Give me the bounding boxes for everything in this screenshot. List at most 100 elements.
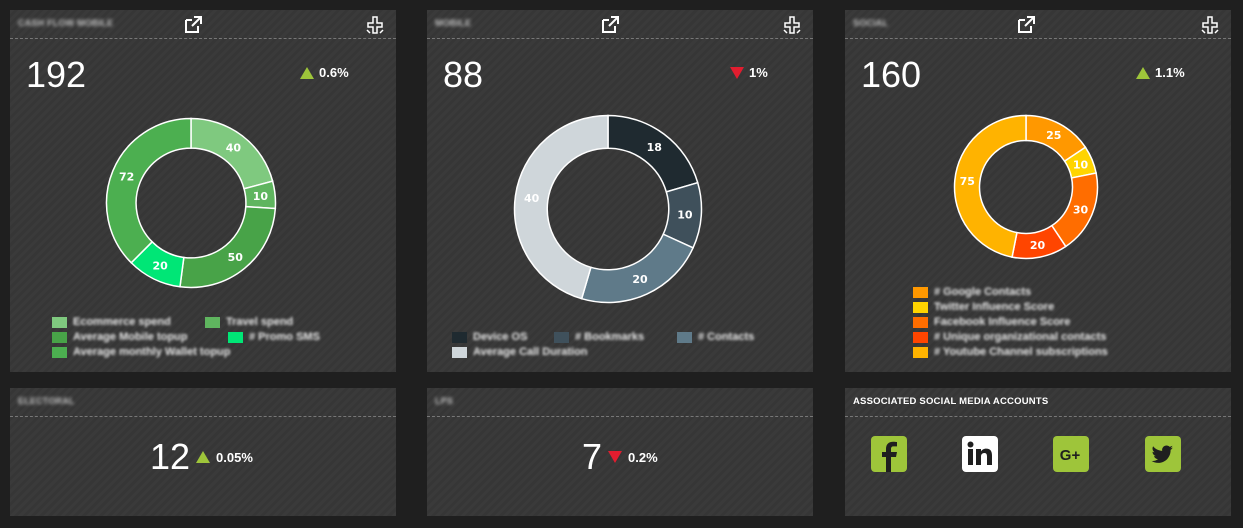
donut-slice-label: 40 xyxy=(524,192,540,205)
donut-slice-label: 18 xyxy=(647,141,662,154)
social-value: 160 xyxy=(861,54,922,95)
mobile-legend: Device OS # Bookmarks # Contacts Average… xyxy=(452,331,802,367)
legend-item[interactable]: Average monthly Wallet topup xyxy=(52,346,230,358)
legend-swatch xyxy=(52,346,67,358)
social-card: SOCIAL 160 1.1% 25 10 30 20 75 # Google Cont… xyxy=(845,10,1231,372)
legend-item[interactable]: Ecommerce spend xyxy=(52,316,171,328)
mobile-delta: 1% xyxy=(730,65,768,80)
electoral-card: ELECTORAL 12 0.05% xyxy=(10,388,396,516)
donut-slice-label: 10 xyxy=(253,190,269,203)
legend-label: Average Mobile topup xyxy=(73,331,188,343)
cashflow-delta-value: 0.6% xyxy=(319,65,349,80)
legend-label: Average monthly Wallet topup xyxy=(73,346,231,358)
lps-delta-value: 0.2% xyxy=(628,449,658,465)
trend-down-icon xyxy=(608,451,623,463)
lps-card-header: LPS xyxy=(427,388,813,417)
social-accounts-card-title: ASSOCIATED SOCIAL MEDIA ACCOUNTS xyxy=(853,396,1049,407)
legend-label: # Promo SMS xyxy=(249,331,320,343)
lps-card-title: LPS xyxy=(435,396,454,406)
legend-item[interactable]: Facebook Influence Score xyxy=(913,316,1070,328)
donut-slice-label: 10 xyxy=(1073,158,1089,171)
legend-swatch xyxy=(913,316,928,328)
legend-swatch xyxy=(677,331,692,343)
legend-swatch xyxy=(228,331,243,343)
donut-slice-label: 30 xyxy=(1073,204,1089,217)
social-donut-chart: 25 10 30 20 75 xyxy=(953,114,1099,260)
trend-up-icon xyxy=(300,66,314,79)
twitter-icon[interactable] xyxy=(1145,436,1181,472)
drill-down-icon[interactable] xyxy=(781,14,803,36)
legend-label: Average Call Duration xyxy=(473,346,588,358)
legend-label: # Unique organizational contacts xyxy=(934,331,1107,343)
legend-item[interactable]: # Contacts xyxy=(677,331,754,343)
donut-slice-label: 10 xyxy=(677,209,693,222)
lps-metric: 7 0.2% xyxy=(582,436,658,478)
linkedin-icon[interactable] xyxy=(962,436,998,472)
mobile-value: 88 xyxy=(443,54,484,95)
external-link-icon[interactable] xyxy=(1015,14,1037,36)
cashflow-legend: Ecommerce spend Travel spend Average Mob… xyxy=(52,316,382,366)
legend-label: # Youtube Channel subscriptions xyxy=(934,346,1108,358)
drill-down-icon[interactable] xyxy=(364,14,386,36)
social-card-title: SOCIAL xyxy=(853,18,889,28)
electoral-value: 12 xyxy=(150,436,191,477)
legend-label: # Google Contacts xyxy=(934,286,1032,298)
external-link-icon[interactable] xyxy=(599,14,621,36)
legend-label: # Bookmarks xyxy=(575,331,645,343)
cashflow-card-header: CASH FLOW MOBILE xyxy=(10,10,396,39)
legend-swatch xyxy=(913,331,928,343)
legend-swatch xyxy=(205,316,220,328)
legend-label: Ecommerce spend xyxy=(73,316,171,328)
legend-item[interactable]: # Youtube Channel subscriptions xyxy=(913,346,1108,358)
donut-slice-label: 75 xyxy=(960,175,975,188)
legend-swatch xyxy=(913,346,928,358)
external-link-icon[interactable] xyxy=(182,14,204,36)
mobile-card: MOBILE 88 1% 18 10 20 40 Device OS # Bookma… xyxy=(427,10,813,372)
electoral-card-header: ELECTORAL xyxy=(10,388,396,417)
legend-swatch xyxy=(452,331,467,343)
donut-slice[interactable] xyxy=(105,117,192,264)
social-accounts-card-header: ASSOCIATED SOCIAL MEDIA ACCOUNTS xyxy=(845,388,1231,417)
trend-down-icon xyxy=(730,66,744,79)
svg-text:G+: G+ xyxy=(1060,447,1081,464)
lps-value: 7 xyxy=(582,436,603,477)
legend-swatch xyxy=(913,301,928,313)
legend-item[interactable]: Device OS xyxy=(452,331,527,343)
trend-up-icon xyxy=(1136,66,1150,79)
drill-down-icon[interactable] xyxy=(1199,14,1221,36)
electoral-metric: 12 0.05% xyxy=(150,436,253,478)
donut-slice-label: 20 xyxy=(632,273,648,286)
legend-item[interactable]: Twitter Influence Score xyxy=(913,301,1054,313)
mobile-donut-chart: 18 10 20 40 xyxy=(513,114,703,304)
cashflow-value: 192 xyxy=(26,54,87,95)
facebook-icon[interactable] xyxy=(871,436,907,472)
donut-slice[interactable] xyxy=(580,233,695,304)
mobile-delta-value: 1% xyxy=(749,65,768,80)
google-plus-icon[interactable]: G+ xyxy=(1053,436,1089,472)
legend-item[interactable]: # Bookmarks xyxy=(554,331,644,343)
legend-swatch xyxy=(52,331,67,343)
social-card-header: SOCIAL xyxy=(845,10,1231,39)
lps-card: LPS 7 0.2% xyxy=(427,388,813,516)
social-legend: # Google Contacts Twitter Influence Scor… xyxy=(913,286,1213,366)
legend-item[interactable]: # Google Contacts xyxy=(913,286,1031,298)
legend-item[interactable]: Average Call Duration xyxy=(452,346,588,358)
social-icons-row: G+ xyxy=(845,436,1231,472)
electoral-delta-value: 0.05% xyxy=(216,449,253,465)
donut-slice[interactable] xyxy=(179,205,277,289)
donut-slice-label: 40 xyxy=(226,142,242,155)
mobile-card-header: MOBILE xyxy=(427,10,813,39)
legend-swatch xyxy=(452,346,467,358)
legend-item[interactable]: # Promo SMS xyxy=(228,331,320,343)
legend-item[interactable]: Travel spend xyxy=(205,316,293,328)
donut-slice-label: 25 xyxy=(1046,129,1061,142)
cashflow-card: CASH FLOW MOBILE 192 0.6% 40 10 50 20 72 Eco… xyxy=(10,10,396,372)
electoral-card-title: ELECTORAL xyxy=(18,396,75,406)
legend-swatch xyxy=(913,286,928,298)
donut-slice-label: 50 xyxy=(228,251,244,264)
donut-slice-label: 20 xyxy=(153,260,169,273)
legend-item[interactable]: Average Mobile topup xyxy=(52,331,188,343)
cashflow-delta: 0.6% xyxy=(300,65,349,80)
legend-item[interactable]: # Unique organizational contacts xyxy=(913,331,1106,343)
mobile-card-title: MOBILE xyxy=(435,18,472,28)
